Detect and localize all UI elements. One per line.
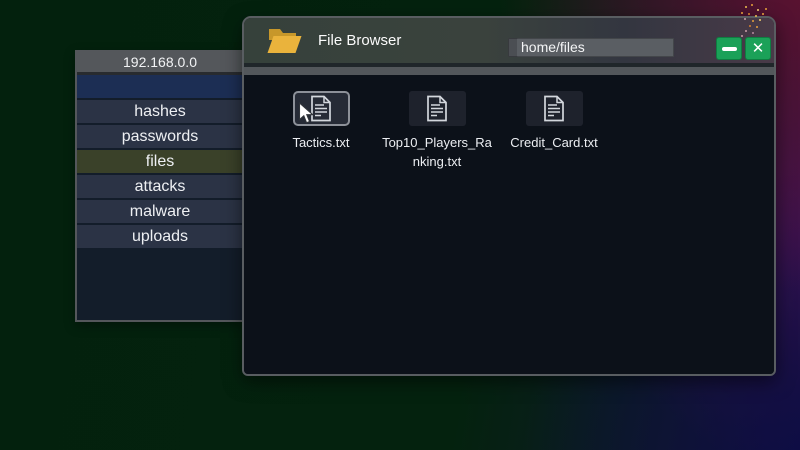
path-input[interactable] [508,38,674,57]
close-button[interactable]: ✕ [745,37,771,60]
panel-item-passwords[interactable]: passwords [77,125,243,148]
toolbar-band [244,67,774,75]
panel-row-empty[interactable] [77,75,243,98]
file-item-tactics[interactable]: Tactics.txt [264,91,378,153]
file-item-credit-card[interactable]: Credit_Card.txt [497,91,611,153]
folder-icon [267,29,302,53]
file-tile[interactable] [292,91,350,126]
file-browser-content: Tactics.txt Top10_Players_Ranking.txt Cr… [244,75,774,374]
file-name: Credit_Card.txt [510,135,598,150]
file-name: Tactics.txt [292,135,350,150]
panel-item-attacks[interactable]: attacks [77,175,243,198]
file-name: Top10_Players_Ranking.txt [382,135,492,169]
panel-item-uploads[interactable]: uploads [77,225,243,248]
minimize-icon [721,46,737,51]
file-tile[interactable] [408,91,466,126]
window-title: File Browser [318,32,402,49]
close-icon: ✕ [751,40,765,57]
panel-item-files[interactable]: files [77,150,243,173]
file-tile[interactable] [525,91,583,126]
file-browser-titlebar[interactable]: File Browser ✕ [244,18,774,63]
game-screen: 192.168.0.0 hashes passwords files attac… [0,0,800,450]
panel-item-hashes[interactable]: hashes [77,100,243,123]
target-ip-header: 192.168.0.0 [77,52,243,72]
text-file-icon [311,95,331,122]
file-item-top10-players-ranking[interactable]: Top10_Players_Ranking.txt [380,91,494,172]
text-file-icon [427,95,447,122]
text-file-icon [544,95,564,122]
panel-item-malware[interactable]: malware [77,200,243,223]
minimize-button[interactable] [716,37,742,60]
target-panel: 192.168.0.0 hashes passwords files attac… [75,50,245,322]
file-browser-window: File Browser ✕ [242,16,776,376]
